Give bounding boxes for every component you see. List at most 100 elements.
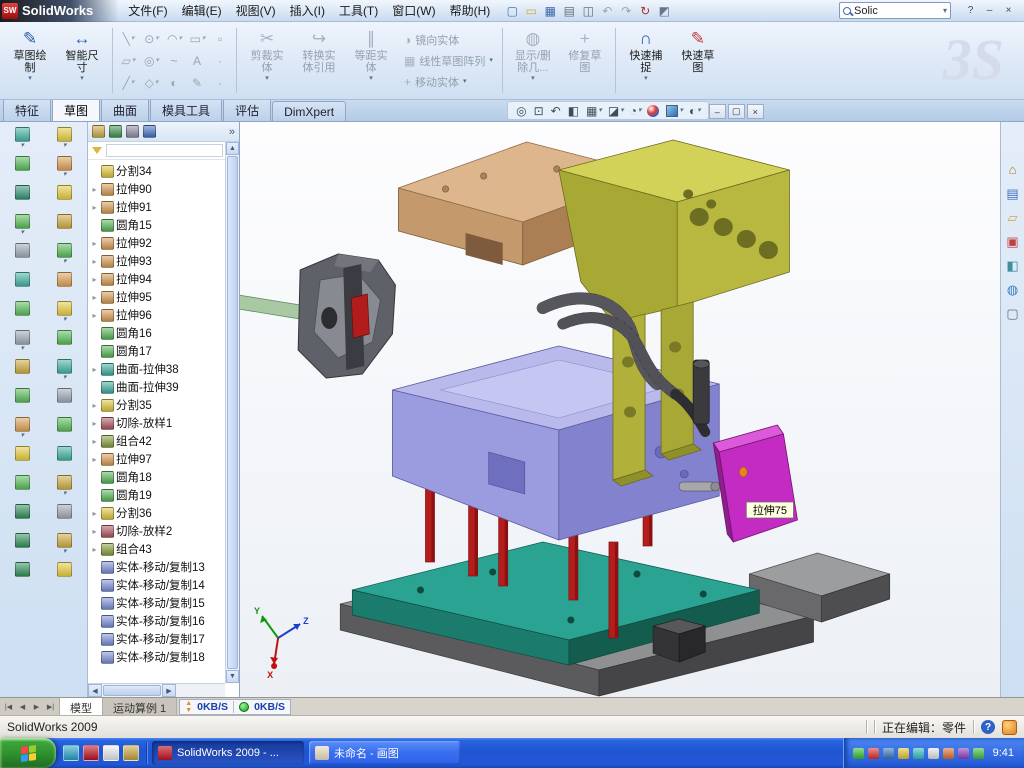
- panel-chevron-icon[interactable]: »: [229, 126, 235, 138]
- scroll-right-icon[interactable]: ▶: [162, 684, 176, 697]
- palette-tool-icon[interactable]: ▾: [3, 127, 42, 154]
- tree-item[interactable]: 实体-移动/复制15: [90, 594, 225, 612]
- palette-tool-icon[interactable]: [46, 504, 85, 531]
- cm-small-button[interactable]: + 移动实体 ▾: [399, 72, 498, 92]
- menu-item[interactable]: 帮助(H): [443, 0, 498, 22]
- tray-icon[interactable]: [943, 748, 954, 759]
- cm-button[interactable]: ↪ 转换实体引用: [293, 24, 345, 97]
- cm-button[interactable]: ✎ 快速草图: [672, 24, 724, 97]
- view-settings-icon[interactable]: ◐▾: [688, 104, 701, 118]
- expand-arrow-icon[interactable]: ▸: [90, 527, 99, 536]
- sketch-entity-icon[interactable]: ◠▾: [163, 28, 186, 50]
- cm-button[interactable]: ∥ 等距实体 ▾: [345, 24, 397, 97]
- quick-tips-help-icon[interactable]: ?: [981, 720, 995, 734]
- tab-nav-arrow-icon[interactable]: ▶|: [44, 703, 57, 711]
- tree-item[interactable]: 分割34: [90, 162, 225, 180]
- dimxpertmanager-tab-icon[interactable]: [143, 125, 156, 138]
- tree-horizontal-scrollbar[interactable]: ◀ ▶: [88, 683, 225, 697]
- cm-button[interactable]: ∩ 快速捕捉 ▾: [620, 24, 672, 97]
- palette-tool-icon[interactable]: [46, 417, 85, 444]
- tree-item[interactable]: ▸ 分割36: [90, 504, 225, 522]
- sketch-entity-icon[interactable]: ╲▾: [117, 28, 140, 50]
- sketch-entity-icon[interactable]: ∙: [209, 50, 232, 72]
- help-button[interactable]: ?: [963, 4, 978, 18]
- cm-tab[interactable]: 曲面: [101, 98, 149, 121]
- expand-arrow-icon[interactable]: ▸: [90, 419, 99, 428]
- expand-arrow-icon[interactable]: ▸: [90, 509, 99, 518]
- palette-tool-icon[interactable]: [46, 330, 85, 357]
- palette-tool-icon[interactable]: ▾: [3, 330, 42, 357]
- palette-tool-icon[interactable]: [46, 446, 85, 473]
- palette-tool-icon[interactable]: ▾: [3, 214, 42, 241]
- palette-tool-icon[interactable]: ▾: [3, 417, 42, 444]
- palette-tool-icon[interactable]: [3, 301, 42, 328]
- sketch-entity-icon[interactable]: ◎▾: [140, 50, 163, 72]
- tree-item[interactable]: 圆角18: [90, 468, 225, 486]
- save-icon[interactable]: ▦: [541, 2, 559, 20]
- sketch-entity-icon[interactable]: ◐: [163, 72, 186, 94]
- tree-item[interactable]: ▸ 拉伸97: [90, 450, 225, 468]
- palette-tool-icon[interactable]: [46, 562, 85, 589]
- tray-icon[interactable]: [928, 748, 939, 759]
- quick-launch-icon[interactable]: [63, 745, 79, 761]
- tree-item[interactable]: 实体-移动/复制16: [90, 612, 225, 630]
- quick-launch-icon[interactable]: [103, 745, 119, 761]
- tray-icon[interactable]: [913, 748, 924, 759]
- palette-tool-icon[interactable]: [46, 272, 85, 299]
- palette-tool-icon[interactable]: [3, 156, 42, 183]
- configurationmanager-tab-icon[interactable]: [126, 125, 139, 138]
- tab-nav-arrow-icon[interactable]: |◀: [2, 703, 15, 711]
- zoom-area-icon[interactable]: ⊡: [533, 104, 545, 118]
- tree-item[interactable]: 实体-移动/复制17: [90, 630, 225, 648]
- sketch-entity-icon[interactable]: ╱▾: [117, 72, 140, 94]
- cm-button[interactable]: ✂ 剪裁实体 ▾: [241, 24, 293, 97]
- minimize-button[interactable]: –: [982, 4, 997, 18]
- palette-tool-icon[interactable]: [3, 243, 42, 270]
- palette-tool-icon[interactable]: [3, 475, 42, 502]
- tree-item[interactable]: ▸ 组合42: [90, 432, 225, 450]
- expand-arrow-icon[interactable]: ▸: [90, 311, 99, 320]
- tree-item[interactable]: ▸ 拉伸93: [90, 252, 225, 270]
- tray-icon[interactable]: [853, 748, 864, 759]
- doc-close-button[interactable]: ×: [747, 104, 764, 119]
- part-gray-dowel[interactable]: [679, 482, 720, 491]
- palette-tool-icon[interactable]: ▾: [46, 156, 85, 183]
- tree-item[interactable]: ▸ 拉伸95: [90, 288, 225, 306]
- previous-view-icon[interactable]: ↶: [550, 104, 562, 118]
- tray-icon[interactable]: [973, 748, 984, 759]
- menu-item[interactable]: 文件(F): [121, 0, 174, 22]
- design-library-icon[interactable]: ▤: [1003, 184, 1023, 203]
- expand-arrow-icon[interactable]: ▸: [90, 545, 99, 554]
- edit-appearance-icon[interactable]: [647, 105, 661, 117]
- search-dropdown-caret-icon[interactable]: ▾: [943, 6, 947, 15]
- cm-tab[interactable]: 草图: [52, 98, 100, 121]
- view-palette-icon[interactable]: ◧: [1003, 256, 1023, 275]
- graphics-area[interactable]: 拉伸75 Y Z X: [240, 122, 1000, 697]
- palette-tool-icon[interactable]: [46, 185, 85, 212]
- palette-tool-icon[interactable]: [3, 562, 42, 589]
- cm-tab[interactable]: 评估: [223, 98, 271, 121]
- undo-icon[interactable]: ↶: [598, 2, 616, 20]
- sketch-entity-icon[interactable]: A: [186, 50, 209, 72]
- toolbox-icon[interactable]: ▣: [1003, 232, 1023, 251]
- start-button[interactable]: [0, 738, 56, 768]
- filter-funnel-icon[interactable]: [92, 147, 102, 154]
- scroll-thumb[interactable]: [103, 685, 161, 696]
- tree-item[interactable]: ▸ 拉伸96: [90, 306, 225, 324]
- tray-icon[interactable]: [883, 748, 894, 759]
- hide-show-items-icon[interactable]: ◔▾: [629, 104, 642, 118]
- cm-small-button[interactable]: ▦ 线性草图阵列 ▾: [399, 51, 498, 71]
- tree-item[interactable]: ▸ 拉伸94: [90, 270, 225, 288]
- task-button[interactable]: SolidWorks 2009 - ...: [152, 741, 304, 765]
- quick-launch-icon[interactable]: [123, 745, 139, 761]
- tree-item[interactable]: ▸ 分割35: [90, 396, 225, 414]
- palette-tool-icon[interactable]: [3, 359, 42, 386]
- tree-item[interactable]: 圆角17: [90, 342, 225, 360]
- propertymanager-tab-icon[interactable]: [109, 125, 122, 138]
- tree-item[interactable]: ▸ 切除-放样1: [90, 414, 225, 432]
- zoom-fit-icon[interactable]: ◎: [515, 104, 527, 118]
- expand-arrow-icon[interactable]: ▸: [90, 365, 99, 374]
- palette-tool-icon[interactable]: [3, 533, 42, 560]
- display-style-icon[interactable]: ◪▾: [607, 104, 624, 118]
- tray-icon[interactable]: [868, 748, 879, 759]
